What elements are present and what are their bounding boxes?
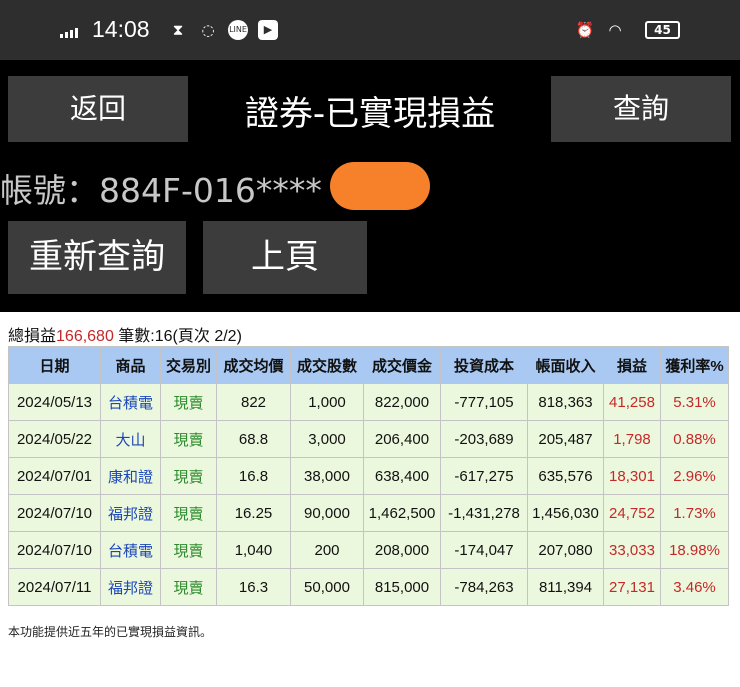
- table-cell: 24,752: [603, 494, 661, 532]
- product-link[interactable]: 康和證: [100, 457, 161, 495]
- table-cell: 16.3: [216, 568, 291, 606]
- table-cell: 0.88%: [660, 420, 729, 458]
- table-cell: -203,689: [440, 420, 528, 458]
- table-cell: 18,301: [603, 457, 661, 495]
- back-button[interactable]: 返回: [8, 76, 188, 142]
- table-cell: 818,363: [527, 383, 604, 421]
- table-cell: 1,000: [290, 383, 364, 421]
- table-cell: 1.73%: [660, 494, 729, 532]
- count-text: 筆數:16(頁次 2/2): [113, 328, 242, 345]
- table-cell: 207,080: [527, 531, 604, 569]
- column-header: 交易別: [160, 346, 217, 384]
- table-cell: 1,462,500: [363, 494, 441, 532]
- table-cell: 815,000: [363, 568, 441, 606]
- table-cell: 現賣: [160, 531, 217, 569]
- table-cell: -784,263: [440, 568, 528, 606]
- table-cell: 1,456,030: [527, 494, 604, 532]
- column-header: 投資成本: [440, 346, 528, 384]
- battery-icon: 45: [645, 21, 680, 39]
- total-label: 總損益: [8, 328, 57, 345]
- table-cell: 33,033: [603, 531, 661, 569]
- table-cell: 208,000: [363, 531, 441, 569]
- table-cell: -1,431,278: [440, 494, 528, 532]
- table-cell: 現賣: [160, 383, 217, 421]
- account-number: 帳號：884F-016****: [0, 171, 322, 210]
- column-header: 獲利率%: [660, 346, 729, 384]
- table-cell: 822: [216, 383, 291, 421]
- table-row: 2024/07/10 台積電 現賣 1,040 200 208,000 -174,047 20…: [8, 531, 729, 569]
- redaction-mark: [330, 162, 430, 210]
- product-link[interactable]: 福邦證: [100, 494, 161, 532]
- table-cell: -174,047: [440, 531, 528, 569]
- column-header: 商品: [100, 346, 161, 384]
- prev-page-button[interactable]: 上頁: [203, 221, 367, 294]
- signal-icon: [60, 28, 78, 38]
- alarm-icon: ⏰: [575, 21, 595, 39]
- pnl-table: 日期 商品 交易別 成交均價 成交股數 成交價金 投資成本 帳面收入 損益 獲利率% 2024/0…: [8, 346, 729, 606]
- table-cell: 3,000: [290, 420, 364, 458]
- table-cell: 16.25: [216, 494, 291, 532]
- table-cell: -777,105: [440, 383, 528, 421]
- table-cell: 205,487: [527, 420, 604, 458]
- table-row: 2024/07/11 福邦證 現賣 16.3 50,000 815,000 -784,263…: [8, 568, 729, 606]
- table-cell: 1,040: [216, 531, 291, 569]
- column-header: 成交股數: [290, 346, 364, 384]
- column-header: 日期: [8, 346, 101, 384]
- table-cell: 2024/07/10: [8, 531, 101, 569]
- product-link[interactable]: 台積電: [100, 383, 161, 421]
- table-cell: 2.96%: [660, 457, 729, 495]
- table-cell: 90,000: [290, 494, 364, 532]
- table-cell: 3.46%: [660, 568, 729, 606]
- column-header: 成交均價: [216, 346, 291, 384]
- table-cell: 2024/07/11: [8, 568, 101, 606]
- page-title: 證券-已實現損益: [244, 94, 496, 134]
- table-cell: 現賣: [160, 457, 217, 495]
- summary-line: 總損益166,680 筆數:16(頁次 2/2): [8, 322, 242, 346]
- table-row: 2024/05/22 大山 現賣 68.8 3,000 206,400 -203,689 20…: [8, 420, 729, 458]
- table-cell: 50,000: [290, 568, 364, 606]
- line-icon: LINE: [228, 20, 248, 40]
- footer-note: 本功能提供近五年的已實現損益資訊。: [8, 625, 213, 639]
- table-row: 2024/07/10 福邦證 現賣 16.25 90,000 1,462,500 -1,43…: [8, 494, 729, 532]
- table-cell: 2024/05/13: [8, 383, 101, 421]
- table-cell: 822,000: [363, 383, 441, 421]
- table-cell: 現賣: [160, 494, 217, 532]
- table-cell: 16.8: [216, 457, 291, 495]
- table-cell: 18.98%: [660, 531, 729, 569]
- table-cell: 811,394: [527, 568, 604, 606]
- column-header: 損益: [603, 346, 661, 384]
- table-cell: 5.31%: [660, 383, 729, 421]
- column-header: 成交價金: [363, 346, 441, 384]
- product-link[interactable]: 大山: [100, 420, 161, 458]
- table-row: 2024/05/13 台積電 現賣 822 1,000 822,000 -777,105 81…: [8, 383, 729, 421]
- table-cell: 38,000: [290, 457, 364, 495]
- table-cell: 2024/05/22: [8, 420, 101, 458]
- table-row: 2024/07/01 康和證 現賣 16.8 38,000 638,400 -617,275…: [8, 457, 729, 495]
- table-cell: 2024/07/01: [8, 457, 101, 495]
- table-cell: 206,400: [363, 420, 441, 458]
- product-link[interactable]: 台積電: [100, 531, 161, 569]
- app-icon: ⧗: [172, 21, 184, 39]
- table-cell: 2024/07/10: [8, 494, 101, 532]
- whatsapp-icon: ◌: [201, 21, 215, 39]
- column-header: 帳面收入: [527, 346, 604, 384]
- table-cell: 1,798: [603, 420, 661, 458]
- table-cell: 635,576: [527, 457, 604, 495]
- table-cell: 現賣: [160, 568, 217, 606]
- status-bar: 14:08 ⧗ ◌ LINE ▶ ⏰ ◠ 45: [0, 0, 740, 60]
- wifi-icon: ◠: [608, 21, 622, 39]
- total-value: 166,680: [56, 328, 114, 345]
- table-cell: 638,400: [363, 457, 441, 495]
- table-cell: -617,275: [440, 457, 528, 495]
- table-cell: 現賣: [160, 420, 217, 458]
- table-cell: 41,258: [603, 383, 661, 421]
- requery-button[interactable]: 重新查詢: [8, 221, 186, 294]
- product-link[interactable]: 福邦證: [100, 568, 161, 606]
- table-cell: 68.8: [216, 420, 291, 458]
- table-cell: 200: [290, 531, 364, 569]
- table-cell: 27,131: [603, 568, 661, 606]
- youtube-icon: ▶: [258, 20, 278, 40]
- clock: 14:08: [92, 16, 150, 42]
- query-button[interactable]: 查詢: [551, 76, 731, 142]
